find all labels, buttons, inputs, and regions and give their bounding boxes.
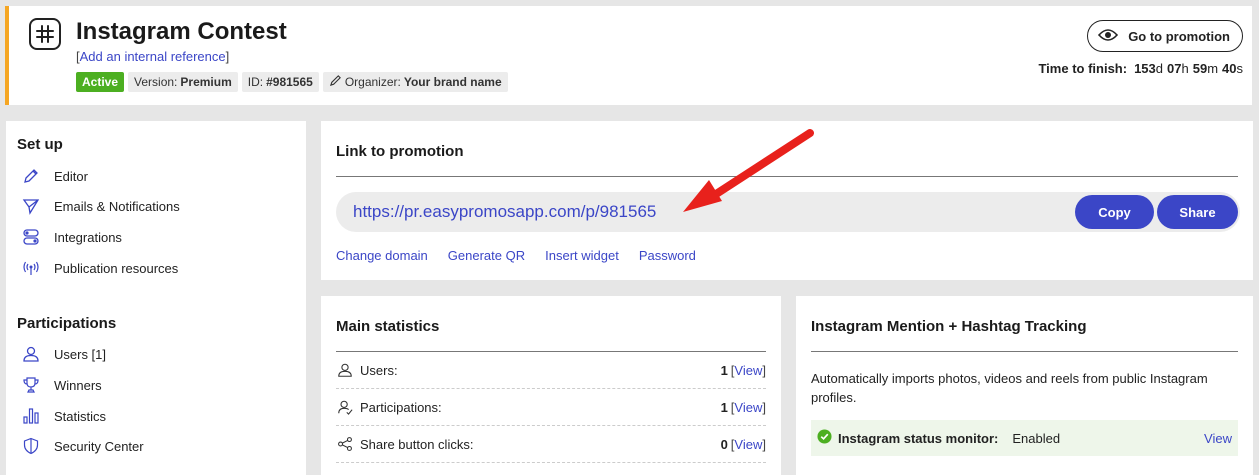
shield-icon xyxy=(22,437,40,455)
instagram-tracking-card: Instagram Mention + Hashtag Tracking Aut… xyxy=(796,296,1253,475)
divider xyxy=(336,176,1238,177)
stat-row-share-clicks: Share button clicks: 0 [View] xyxy=(336,426,766,463)
sidebar-item-security-center[interactable]: Security Center xyxy=(22,434,144,458)
instagram-description: Automatically imports photos, videos and… xyxy=(811,371,1208,405)
page-title: Instagram Contest xyxy=(76,18,287,45)
pencil-icon xyxy=(329,74,342,90)
statistics-card-title: Main statistics xyxy=(336,318,440,335)
hashtag-icon xyxy=(29,18,61,50)
link-card-title: Link to promotion xyxy=(336,143,464,160)
send-icon xyxy=(22,197,40,215)
status-value: Enabled xyxy=(1012,430,1061,446)
copy-button[interactable]: Copy xyxy=(1075,195,1154,229)
sidebar-item-integrations[interactable]: Integrations xyxy=(22,225,122,249)
share-button[interactable]: Share xyxy=(1157,195,1238,229)
promotion-url[interactable]: https://pr.easypromosapp.com/p/981565 xyxy=(353,202,656,222)
link-actions: Change domain Generate QR Insert widget … xyxy=(336,248,696,263)
view-participations-link[interactable]: View xyxy=(734,400,762,415)
instagram-card-title: Instagram Mention + Hashtag Tracking xyxy=(811,318,1087,335)
status-badge: Active xyxy=(76,72,125,92)
sidebar: Set up Editor Emails & Notifications Int… xyxy=(6,121,306,475)
setup-heading: Set up xyxy=(17,136,63,153)
promotion-badges: Active Version: Premium ID: #981565 Organi… xyxy=(76,72,508,92)
sidebar-item-users[interactable]: Users [1] xyxy=(22,342,106,366)
participations-heading: Participations xyxy=(17,315,117,332)
instagram-status-monitor: Instagram status monitor: Enabled View xyxy=(811,420,1238,456)
eye-icon xyxy=(1098,28,1119,45)
trophy-icon xyxy=(22,376,40,394)
go-to-promotion-button[interactable]: Go to promotion xyxy=(1087,20,1243,52)
promotion-url-bar: https://pr.easypromosapp.com/p/981565 Co… xyxy=(336,192,1240,232)
change-domain-link[interactable]: Change domain xyxy=(336,248,428,263)
view-instagram-status-link[interactable]: View xyxy=(1204,431,1232,446)
sidebar-item-statistics[interactable]: Statistics xyxy=(22,404,106,428)
internal-reference: [Add an internal reference] xyxy=(76,49,230,64)
password-link[interactable]: Password xyxy=(639,248,696,263)
toggles-icon xyxy=(22,228,40,246)
view-users-link[interactable]: View xyxy=(734,363,762,378)
sidebar-item-emails-notifications[interactable]: Emails & Notifications xyxy=(22,194,180,218)
view-share-clicks-link[interactable]: View xyxy=(734,437,762,452)
pencil-icon xyxy=(22,167,40,185)
generate-qr-link[interactable]: Generate QR xyxy=(448,248,525,263)
stat-row-participations: Participations: 1 [View] xyxy=(336,389,766,426)
user-icon xyxy=(22,345,40,363)
user-icon xyxy=(336,362,354,378)
main-statistics-card: Main statistics Users: 1 [View] Particip… xyxy=(321,296,781,475)
id-badge: ID: #981565 xyxy=(241,72,319,92)
promotion-header: Instagram Contest [Add an internal refer… xyxy=(5,6,1252,105)
stat-row-users: Users: 1 [View] xyxy=(336,352,766,389)
insert-widget-link[interactable]: Insert widget xyxy=(545,248,619,263)
sidebar-item-editor[interactable]: Editor xyxy=(22,164,88,188)
participations-icon xyxy=(336,399,354,415)
version-badge: Version: Premium xyxy=(128,72,238,92)
divider xyxy=(811,351,1238,352)
broadcast-icon xyxy=(22,259,40,277)
time-to-finish: Time to finish: 153d 07h 59m 40s xyxy=(1038,61,1243,76)
sidebar-item-publication-resources[interactable]: Publication resources xyxy=(22,256,178,280)
organizer-badge[interactable]: Organizer: Your brand name xyxy=(322,72,508,92)
link-to-promotion-card: Link to promotion https://pr.easypromosa… xyxy=(321,121,1253,280)
sidebar-item-winners[interactable]: Winners xyxy=(22,373,102,397)
bar-chart-icon xyxy=(22,407,40,425)
check-circle-icon xyxy=(817,429,832,447)
share-icon xyxy=(336,436,354,452)
add-internal-reference-link[interactable]: Add an internal reference xyxy=(80,49,226,64)
